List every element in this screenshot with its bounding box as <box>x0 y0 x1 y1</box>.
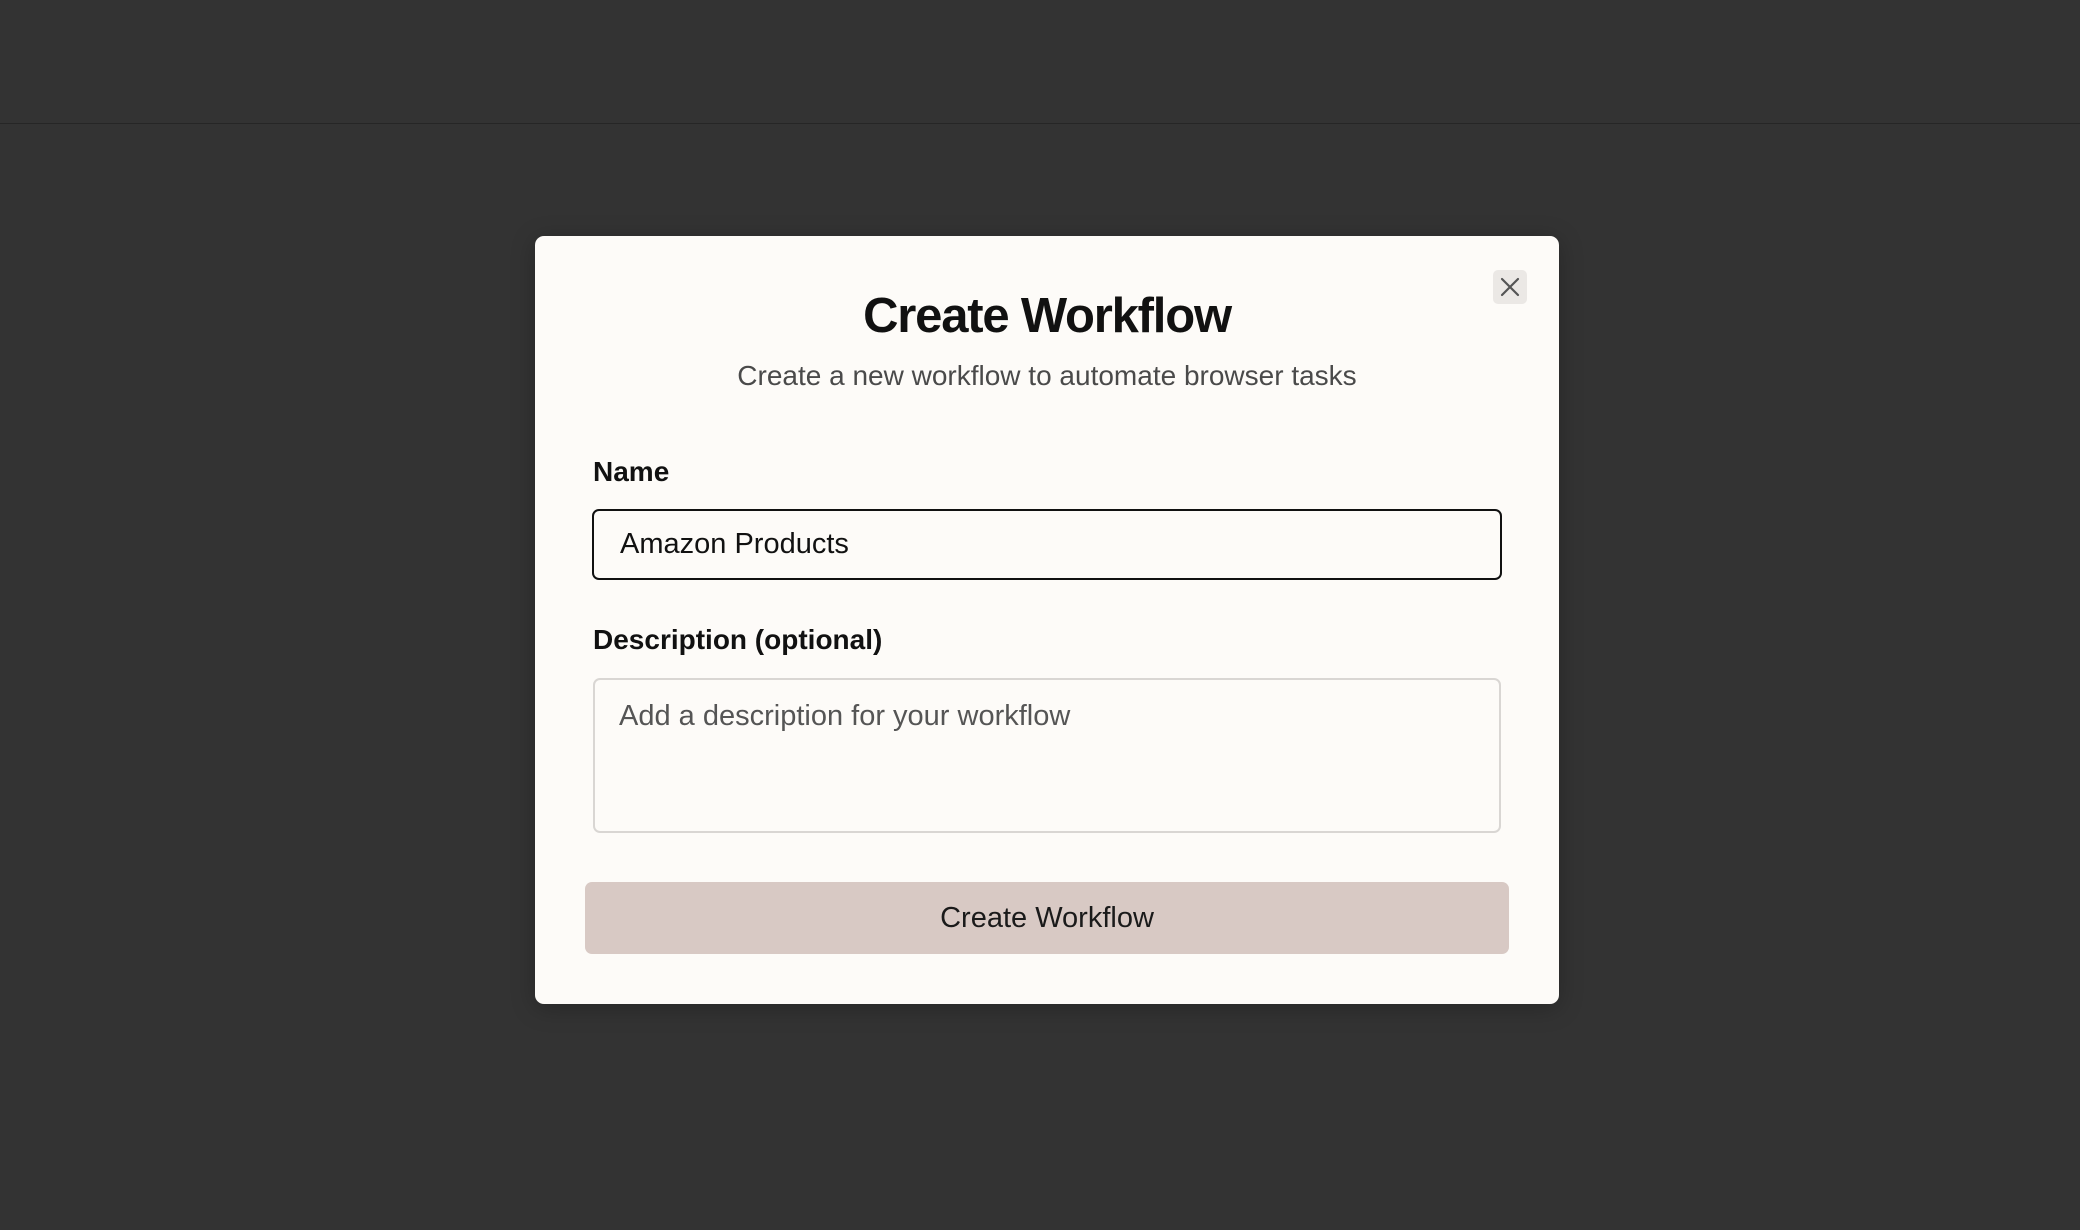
description-input[interactable] <box>593 678 1501 833</box>
description-label: Description (optional) <box>593 624 883 655</box>
create-workflow-button[interactable]: Create Workflow <box>585 882 1509 954</box>
top-bar <box>0 0 2080 124</box>
name-input[interactable] <box>592 509 1502 580</box>
dialog-title: Create Workflow <box>863 289 1232 343</box>
create-workflow-dialog: Create Workflow Create a new workflow to… <box>535 236 1559 1004</box>
dialog-subtitle: Create a new workflow to automate browse… <box>737 360 1357 391</box>
name-label: Name <box>593 456 670 487</box>
